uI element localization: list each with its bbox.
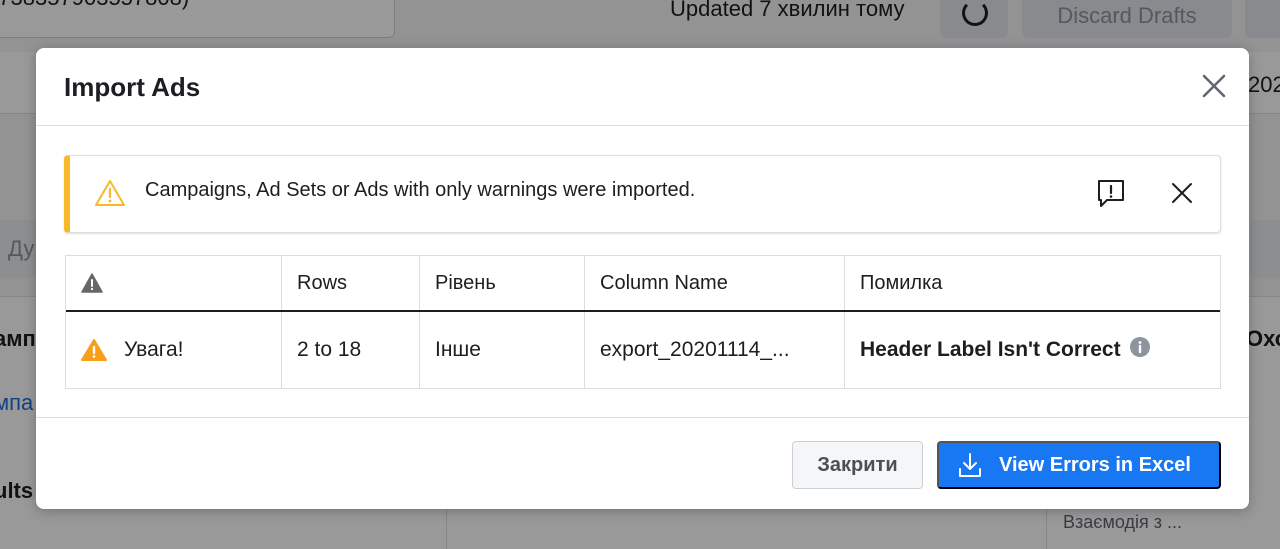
header-level: Рівень bbox=[420, 256, 585, 310]
error-label: Header Label Isn't Correct bbox=[860, 338, 1121, 361]
dismiss-icon[interactable] bbox=[1166, 177, 1198, 209]
feedback-icon[interactable] bbox=[1095, 177, 1127, 209]
download-icon bbox=[959, 453, 981, 477]
warning-header-icon bbox=[81, 273, 103, 293]
import-errors-table: Rows Рівень Column Name Помилка Увага! 2… bbox=[65, 255, 1221, 389]
header-rows: Rows bbox=[282, 256, 420, 310]
view-errors-excel-button[interactable]: View Errors in Excel bbox=[937, 441, 1221, 489]
import-ads-dialog: Import Ads Campaigns, Ad Sets or Ads wit… bbox=[36, 48, 1249, 509]
header-severity bbox=[66, 256, 282, 310]
view-errors-excel-label: View Errors in Excel bbox=[999, 453, 1191, 476]
dialog-footer: Закрити View Errors in Excel bbox=[36, 417, 1249, 509]
severity-label: Увага! bbox=[124, 338, 184, 361]
warning-message: Campaigns, Ad Sets or Ads with only warn… bbox=[145, 179, 696, 201]
warning-banner: Campaigns, Ad Sets or Ads with only warn… bbox=[64, 155, 1221, 233]
warning-triangle-icon bbox=[95, 180, 125, 206]
info-icon[interactable] bbox=[1129, 336, 1151, 358]
table-row: Увага! 2 to 18 Інше export_20201114_... … bbox=[66, 312, 1220, 388]
warning-filled-icon bbox=[81, 339, 107, 361]
rows-cell: 2 to 18 bbox=[282, 312, 420, 388]
header-column-name: Column Name bbox=[585, 256, 845, 310]
column-cell: export_20201114_... bbox=[585, 312, 845, 388]
close-button[interactable]: Закрити bbox=[792, 441, 923, 489]
table-header: Rows Рівень Column Name Помилка bbox=[66, 256, 1220, 312]
dialog-title: Import Ads bbox=[64, 72, 201, 102]
severity-cell: Увага! bbox=[66, 312, 282, 388]
dialog-header: Import Ads bbox=[36, 48, 1249, 126]
error-cell: Header Label Isn't Correct bbox=[845, 312, 1220, 388]
header-error: Помилка bbox=[860, 271, 943, 294]
level-cell: Інше bbox=[420, 312, 585, 388]
close-icon[interactable] bbox=[1196, 68, 1232, 104]
